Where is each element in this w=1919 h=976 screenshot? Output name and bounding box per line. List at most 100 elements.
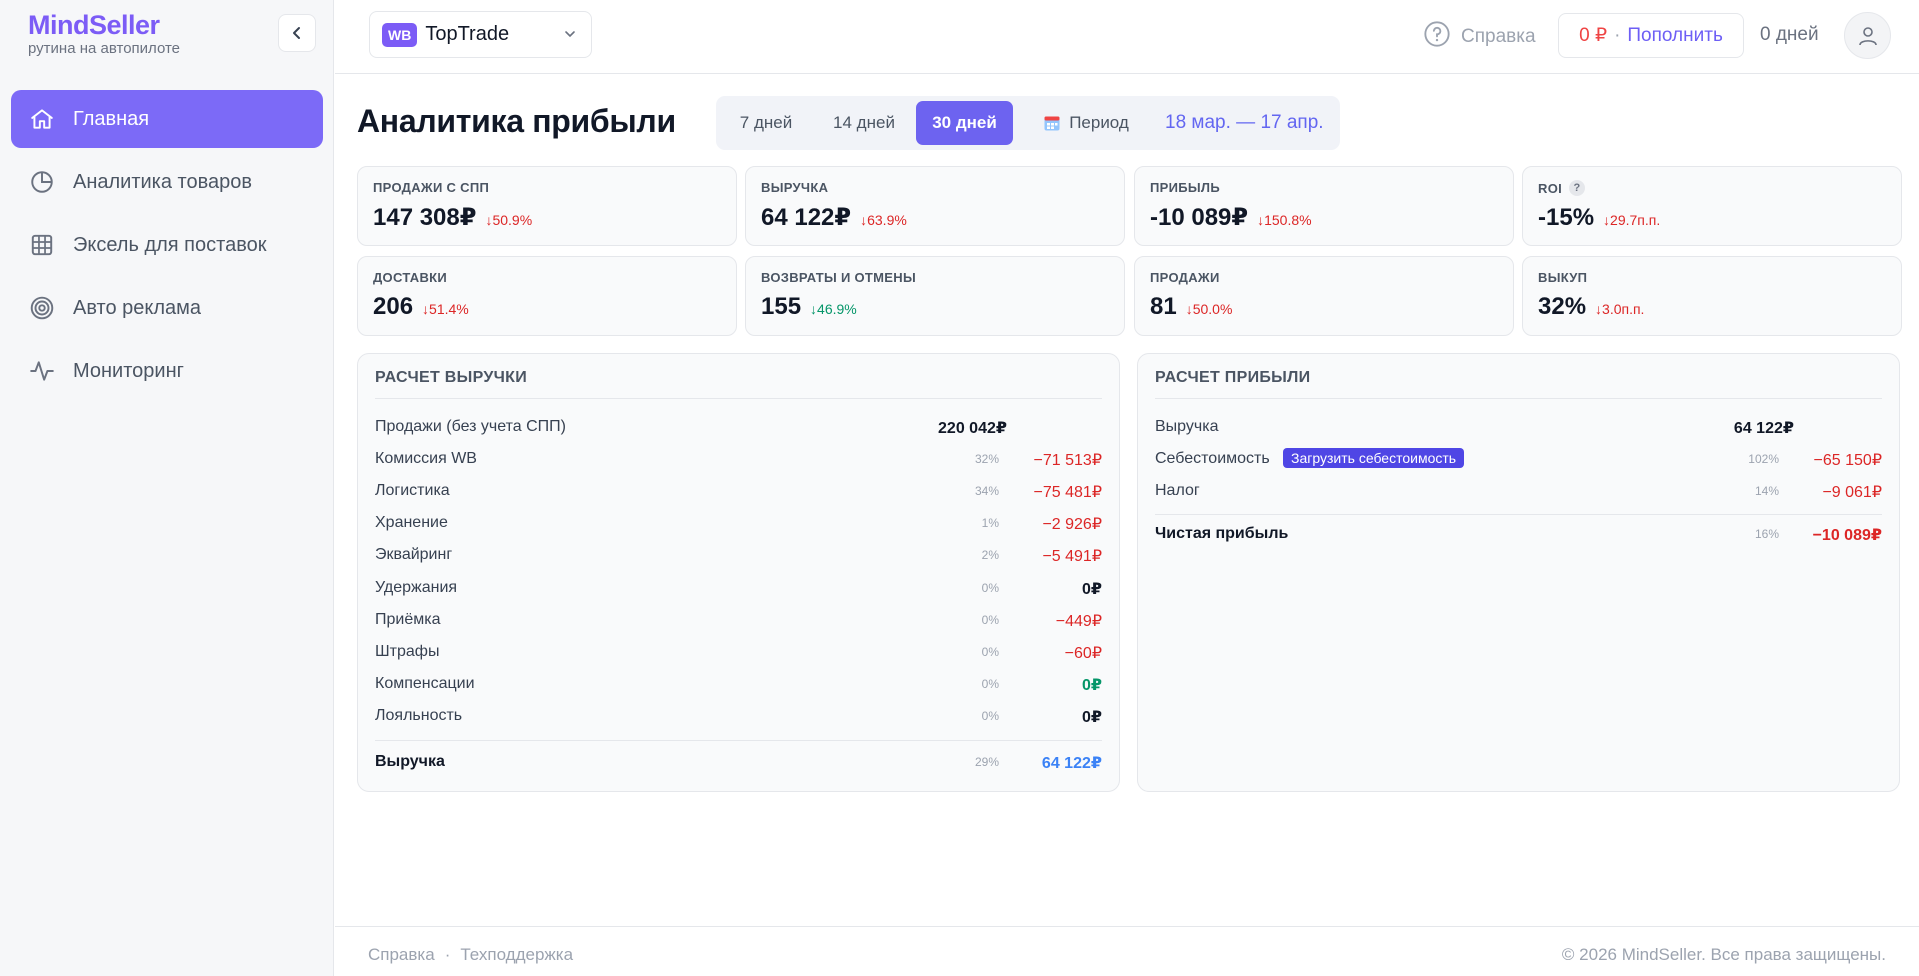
- calc-total-row: Выручка 29% 64 122₽: [375, 750, 1102, 774]
- sidebar-item-label: Мониторинг: [73, 359, 184, 382]
- target-icon: [29, 295, 55, 321]
- calc-row: Выручка 64 122₽: [1155, 415, 1882, 439]
- row-value: −71 513₽: [1033, 452, 1102, 469]
- sidebar-item-label: Аналитика товаров: [73, 170, 253, 193]
- footer-link-support[interactable]: Техподдержка: [460, 945, 573, 964]
- help-label: Справка: [1461, 26, 1536, 47]
- custom-period-button[interactable]: Период: [1016, 101, 1156, 145]
- row-value: −2 926₽: [1042, 516, 1102, 533]
- period-14-days-button[interactable]: 14 дней: [814, 101, 914, 145]
- kpi-delta: ↓46.9%: [810, 301, 857, 317]
- page-title: Аналитика прибыли: [357, 103, 676, 139]
- row-value: 220 042₽: [938, 420, 1007, 437]
- brand[interactable]: MindSeller рутина на автопилоте: [28, 10, 180, 58]
- collapse-sidebar-button[interactable]: [278, 14, 316, 52]
- row-label: Логистика: [375, 482, 450, 499]
- top-header: WB TopTrade Справка 0 ₽ · Пополнить 0 дн…: [335, 0, 1919, 74]
- kpi-value: 64 122₽: [761, 204, 852, 231]
- sidebar-item-auto-ads[interactable]: Авто реклама: [11, 279, 323, 337]
- row-label: Хранение: [375, 514, 448, 531]
- sidebar-item-home[interactable]: Главная: [11, 90, 323, 148]
- user-avatar-button[interactable]: [1844, 12, 1891, 59]
- sidebar-nav: Главная Аналитика товаров Эксель для пос…: [11, 90, 323, 405]
- sidebar-item-label: Главная: [73, 107, 150, 130]
- kpi-label: ПРИБЫЛЬ: [1150, 180, 1220, 195]
- row-label: Комиссия WB: [375, 450, 477, 467]
- calc-row: Приёмка 0% −449₽: [375, 608, 1102, 632]
- total-value: 64 122₽: [1041, 755, 1102, 772]
- row-label: Лояльность: [375, 707, 463, 724]
- activity-icon: [29, 358, 55, 384]
- row-label: Удержания: [375, 579, 458, 596]
- kpi-value: 32%: [1538, 293, 1587, 320]
- question-circle-icon: [1423, 20, 1451, 54]
- balance-widget: 0 ₽ · Пополнить: [1558, 13, 1744, 58]
- row-value: 0₽: [1081, 581, 1102, 598]
- sidebar-item-excel-supplies[interactable]: Эксель для поставок: [11, 216, 323, 274]
- footer-link-help[interactable]: Справка: [368, 945, 435, 964]
- shop-select[interactable]: WB TopTrade: [369, 11, 592, 58]
- calc-row: Хранение 1% −2 926₽: [375, 511, 1102, 535]
- kpi-label: ДОСТАВКИ: [373, 270, 448, 285]
- marketplace-badge: WB: [382, 22, 418, 47]
- kpi-value: 155: [761, 293, 802, 320]
- kpi-label: ВОЗВРАТЫ И ОТМЕНЫ: [761, 270, 916, 285]
- calc-total-row: Чистая прибыль 16% −10 089₽: [1155, 522, 1882, 546]
- kpi-card-buyout: ВЫКУП 32% ↓3.0п.п.: [1522, 256, 1902, 336]
- kpi-value: 147 308₽: [373, 204, 477, 231]
- period-7-days-button[interactable]: 7 дней: [721, 101, 811, 145]
- period-selector: 7 дней 14 дней 30 дней Период 18 мар. — …: [716, 96, 1340, 150]
- brand-name: MindSeller: [28, 10, 160, 40]
- calc-row: Лояльность 0% 0₽: [375, 704, 1102, 728]
- row-label: Налог: [1155, 482, 1200, 499]
- user-icon: [1858, 26, 1877, 45]
- panel-title: РАСЧЕТ ВЫРУЧКИ: [375, 369, 528, 386]
- table-grid-icon: [29, 232, 55, 258]
- pie-chart-icon: [29, 169, 55, 195]
- calc-row: Удержания 0% 0₽: [375, 576, 1102, 600]
- total-percent: 16%: [1754, 527, 1779, 541]
- footer: Справка · Техподдержка © 2026 MindSeller. …: [335, 926, 1919, 976]
- divider: [375, 740, 1102, 741]
- panel-title: РАСЧЕТ ПРИБЫЛИ: [1155, 369, 1311, 386]
- revenue-calc-panel: РАСЧЕТ ВЫРУЧКИ Продажи (без учета СПП) 2…: [357, 353, 1120, 792]
- row-label: Выручка: [1155, 418, 1219, 435]
- topup-button[interactable]: Пополнить: [1627, 25, 1722, 47]
- footer-links: Справка · Техподдержка: [368, 945, 573, 965]
- balance-separator: ·: [1614, 24, 1621, 46]
- chevron-down-icon: [563, 27, 577, 46]
- kpi-label: ВЫКУП: [1538, 270, 1588, 285]
- calc-row: Логистика 34% −75 481₽: [375, 479, 1102, 503]
- help-question-icon[interactable]: ?: [1569, 180, 1586, 196]
- copyright: © 2026 MindSeller. Все права защищены.: [1561, 945, 1886, 964]
- total-percent: 29%: [974, 755, 999, 769]
- subscription-days: 0 дней: [1760, 24, 1819, 45]
- sidebar-item-label: Авто реклама: [73, 296, 202, 319]
- date-range[interactable]: 18 мар. — 17 апр.: [1165, 112, 1324, 134]
- row-label: Приёмка: [375, 611, 441, 628]
- help-link[interactable]: Справка: [1423, 20, 1536, 54]
- kpi-card-sales-spp: ПРОДАЖИ С СПП 147 308₽ ↓50.9%: [357, 166, 737, 246]
- kpi-value: 81: [1150, 293, 1177, 320]
- row-percent: 102%: [1748, 452, 1779, 466]
- total-value: −10 089₽: [1812, 527, 1882, 544]
- divider: [1155, 514, 1882, 515]
- row-percent: 1%: [981, 516, 999, 530]
- row-percent: 0%: [981, 677, 999, 691]
- kpi-value: -15%: [1538, 204, 1595, 231]
- balance-amount: 0 ₽: [1579, 25, 1608, 46]
- kpi-value: 206: [373, 293, 414, 320]
- kpi-delta: ↓150.8%: [1257, 212, 1312, 228]
- kpi-delta: ↓63.9%: [860, 212, 907, 228]
- row-label: Эквайринг: [375, 546, 453, 563]
- sidebar-item-monitoring[interactable]: Мониторинг: [11, 342, 323, 400]
- kpi-label: ВЫРУЧКА: [761, 180, 829, 195]
- sidebar-item-product-analytics[interactable]: Аналитика товаров: [11, 153, 323, 211]
- row-value: 0₽: [1081, 677, 1102, 694]
- row-label: Компенсации: [375, 675, 475, 692]
- sidebar-item-label: Эксель для поставок: [73, 233, 267, 256]
- divider: [1155, 398, 1882, 399]
- upload-cost-button[interactable]: Загрузить себестоимость: [1283, 448, 1465, 468]
- period-30-days-button[interactable]: 30 дней: [916, 101, 1013, 145]
- row-label: Продажи (без учета СПП): [375, 418, 566, 435]
